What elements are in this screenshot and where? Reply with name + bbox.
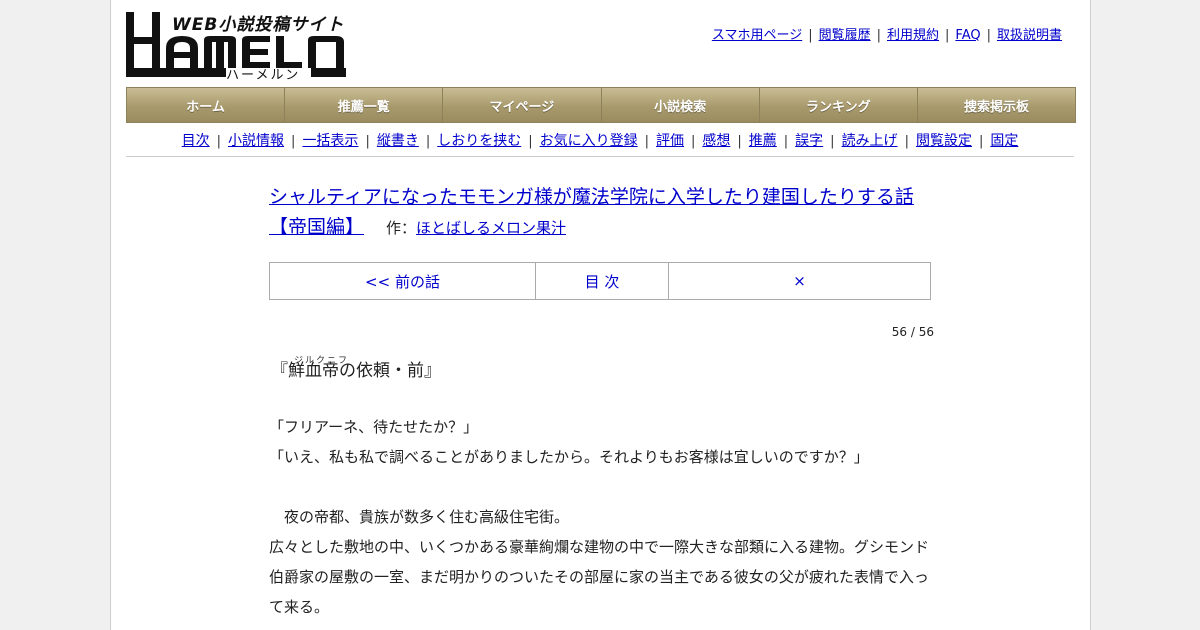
toplink-faq[interactable]: FAQ	[955, 28, 980, 43]
chapter-title-ruby-base: ジルクニフ 鮮血帝	[288, 356, 347, 381]
logo-subtitle: WEB小説投稿サイト	[172, 15, 345, 35]
subnav-view-settings[interactable]: 閲覧設定	[916, 133, 972, 149]
close-button[interactable]: ×	[669, 263, 930, 299]
body-line: 夜の帝都、貴族が数多く住む高級住宅街。	[269, 508, 570, 526]
subnav-novel-info[interactable]: 小説情報	[228, 133, 284, 149]
novel-heading: シャルティアになったモモンガ様が魔法学院に入学したり建国したりする話【帝国編】作…	[269, 182, 929, 243]
top-links: スマホ用ページ | 閲覧履歴 | 利用規約 | FAQ | 取扱説明書	[711, 28, 1062, 43]
gnav-search[interactable]: 小説検索	[601, 88, 760, 122]
page-number: 56 / 56	[891, 325, 934, 339]
gnav-board[interactable]: 捜索掲示板	[917, 88, 1076, 122]
subnav-bookmark[interactable]: しおりを挟む	[437, 133, 521, 149]
hameln-logo[interactable]: WEB小説投稿サイト ハーメルン	[126, 10, 346, 83]
global-nav: ホーム 推薦一覧 マイページ 小説検索 ランキング 捜索掲示板	[126, 87, 1076, 123]
gnav-mypage[interactable]: マイページ	[443, 88, 602, 122]
body-line: 広々とした敷地の中、いくつかある豪華絢爛な建物の中で一際大きな部類に入る建物。グ…	[269, 538, 930, 616]
logo-kana: ハーメルン	[226, 68, 301, 83]
body-line: 「フリアーネ、待たせたか？」	[269, 418, 479, 436]
subnav-recommend[interactable]: 推薦	[749, 133, 777, 149]
subnav-favorite[interactable]: お気に入り登録	[540, 133, 638, 149]
chapter-title: 『ジルクニフ 鮮血帝の依頼・前』	[271, 344, 441, 381]
divider	[126, 156, 1074, 157]
toplink-terms[interactable]: 利用規約	[887, 28, 939, 43]
toplink-history[interactable]: 閲覧履歴	[819, 28, 871, 43]
author-prefix: 作：	[386, 219, 417, 237]
body-line: 「いえ、私も私で調べることがありましたから。それよりもお客様は宜しいのですか？」	[269, 448, 869, 466]
toplink-smartphone[interactable]: スマホ用ページ	[712, 28, 802, 43]
subnav-vertical[interactable]: 縦書き	[377, 133, 419, 149]
chapter-body: 「フリアーネ、待たせたか？」 「いえ、私も私で調べることがありましたから。それよ…	[269, 412, 939, 622]
subnav-typo[interactable]: 誤字	[795, 133, 823, 149]
subnav-rate[interactable]: 評価	[656, 133, 684, 149]
subnav-pin[interactable]: 固定	[990, 133, 1018, 149]
toplink-manual[interactable]: 取扱説明書	[997, 28, 1062, 43]
gnav-ranking[interactable]: ランキング	[759, 88, 918, 122]
toc-button[interactable]: 目 次	[536, 263, 669, 299]
subnav-review[interactable]: 感想	[702, 133, 730, 149]
author-line: 作：ほとばしるメロン果汁	[386, 219, 566, 237]
novel-subnav: 目次 | 小説情報 | 一括表示 | 縦書き | しおりを挟む | お気に入り登録 | 評価 | 感想 | 推薦…	[181, 133, 1019, 149]
page-container: WEB小説投稿サイト ハーメルン スマホ用ページ | 閲覧履歴 | 利用規約 | FAQ | 取…	[110, 0, 1091, 630]
subnav-read-aloud[interactable]: 読み上げ	[842, 133, 898, 149]
prev-chapter-button[interactable]: << 前の話	[270, 263, 536, 299]
gnav-home[interactable]: ホーム	[127, 88, 286, 122]
gnav-recommendations[interactable]: 推薦一覧	[285, 88, 444, 122]
author-link[interactable]: ほとばしるメロン果汁	[416, 219, 566, 237]
chapter-title-ruby: ジルクニフ	[294, 356, 350, 366]
subnav-show-all[interactable]: 一括表示	[302, 133, 358, 149]
subnav-toc[interactable]: 目次	[182, 133, 210, 149]
chapter-nav: << 前の話 目 次 ×	[269, 262, 931, 300]
novel-title-link[interactable]: シャルティアになったモモンガ様が魔法学院に入学したり建国したりする話【帝国編】	[269, 186, 914, 238]
